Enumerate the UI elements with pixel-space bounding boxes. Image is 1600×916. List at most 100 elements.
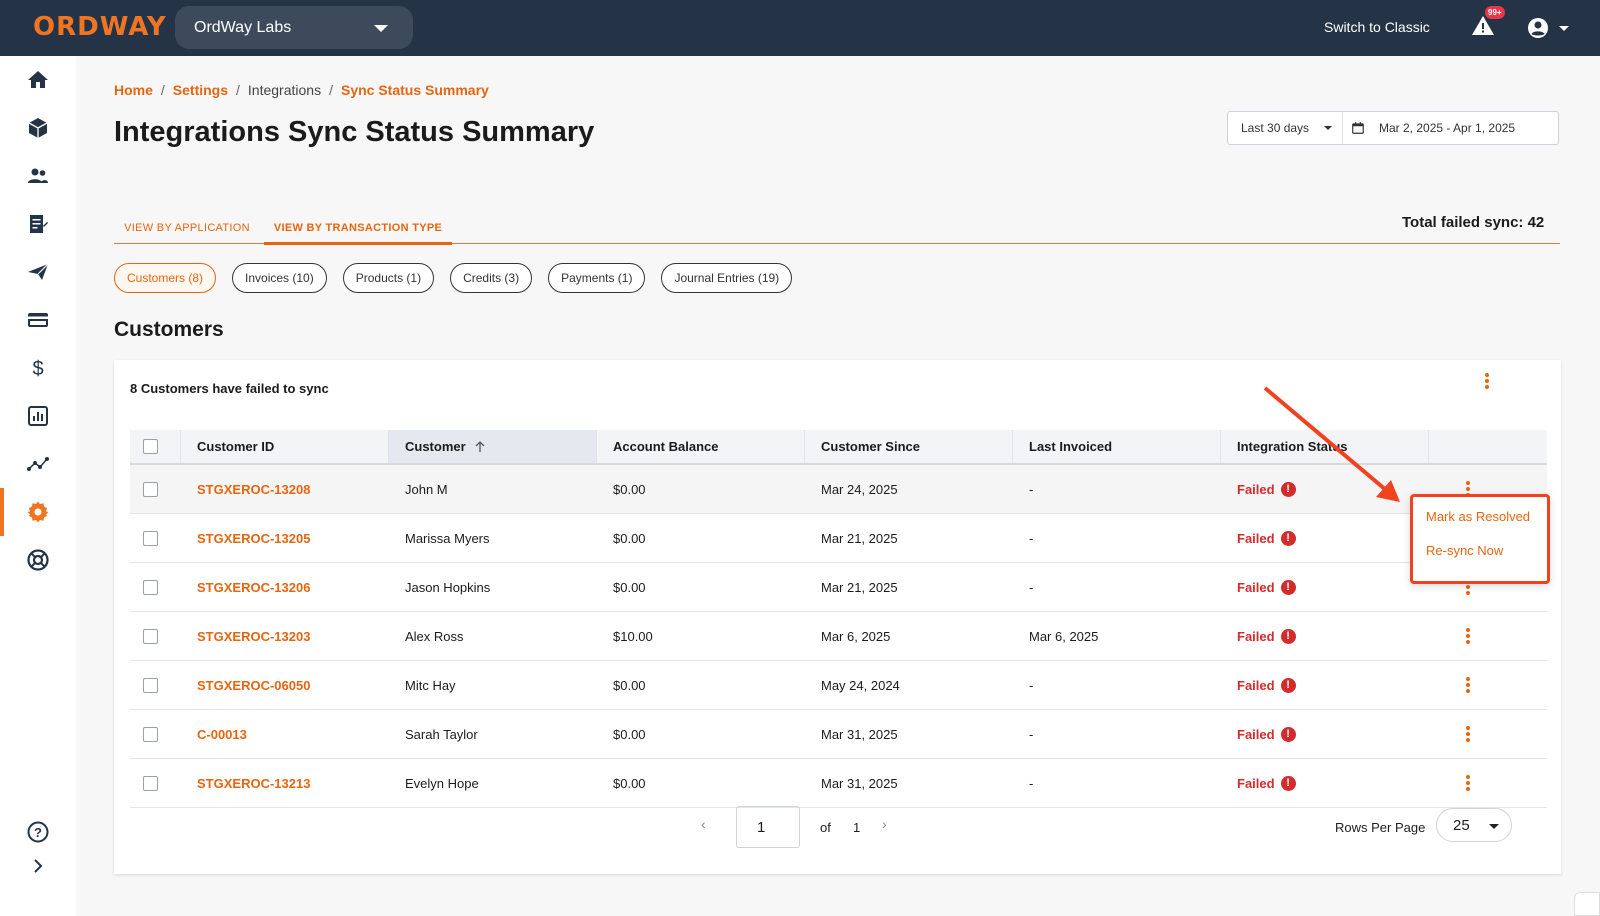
customer-id-link[interactable]: STGXEROC-13203: [197, 612, 310, 660]
menu-item-resync-now[interactable]: Re-sync Now: [1426, 543, 1503, 558]
date-preset-select[interactable]: Last 30 days: [1228, 112, 1343, 144]
sidebar-item-billing[interactable]: $: [0, 344, 76, 392]
column-header-customer-since[interactable]: Customer Since: [805, 430, 1013, 463]
sidebar: $ ?: [0, 56, 76, 916]
integration-status: Failed!: [1237, 465, 1296, 513]
customer-id-link[interactable]: C-00013: [197, 710, 247, 758]
chip-invoices[interactable]: Invoices (10): [232, 263, 327, 293]
row-checkbox[interactable]: [143, 775, 158, 791]
corner-widget[interactable]: [1574, 892, 1600, 916]
account-balance: $0.00: [613, 530, 646, 546]
customer-since: Mar 31, 2025: [821, 775, 898, 791]
help-icon: ?: [27, 821, 49, 843]
switch-to-classic-link[interactable]: Switch to Classic: [1324, 19, 1430, 35]
sidebar-item-customers[interactable]: [0, 152, 76, 200]
sidebar-item-send[interactable]: [0, 248, 76, 296]
sidebar-item-analytics[interactable]: [0, 440, 76, 488]
breadcrumb-home[interactable]: Home: [114, 82, 153, 98]
sidebar-expand-button[interactable]: [0, 842, 76, 890]
row-checkbox[interactable]: [143, 726, 158, 742]
row-checkbox[interactable]: [143, 530, 158, 546]
table-row: STGXEROC-13203 Alex Ross $10.00 Mar 6, 2…: [130, 612, 1547, 661]
row-actions-menu: Mark as Resolved Re-sync Now: [1410, 494, 1550, 584]
error-icon: !: [1280, 677, 1296, 693]
ordway-logo[interactable]: ORDWAY: [33, 12, 167, 42]
sidebar-item-payments[interactable]: [0, 296, 76, 344]
chevron-down-icon: [1324, 126, 1332, 130]
row-actions-cell: [1456, 759, 1480, 807]
column-header-customer[interactable]: Customer: [389, 430, 597, 463]
org-selector[interactable]: OrdWay Labs: [175, 6, 413, 49]
tab-view-by-application[interactable]: VIEW BY APPLICATION: [114, 212, 260, 243]
status-label: Failed: [1237, 628, 1275, 644]
customer-name: Evelyn Hope: [405, 775, 479, 791]
rows-per-page-label: Rows Per Page: [1335, 820, 1426, 835]
customer-id-link[interactable]: STGXEROC-13208: [197, 465, 310, 513]
date-preset-value: Last 30 days: [1241, 121, 1310, 135]
error-icon: !: [1280, 530, 1296, 546]
column-header-last-invoiced[interactable]: Last Invoiced: [1013, 430, 1221, 463]
customer-id-link[interactable]: STGXEROC-13205: [197, 514, 310, 562]
sidebar-item-home[interactable]: [0, 56, 76, 104]
row-select-cell: [143, 661, 158, 709]
row-select-cell: [143, 759, 158, 807]
svg-text:?: ?: [34, 825, 42, 840]
top-bar: ORDWAY OrdWay Labs Switch to Classic 99+: [0, 0, 1600, 56]
sidebar-item-contracts[interactable]: [0, 200, 76, 248]
row-more-button[interactable]: [1456, 771, 1480, 795]
dollar-icon: $: [32, 358, 43, 380]
chip-journal-entries[interactable]: Journal Entries (19): [661, 263, 793, 293]
sidebar-item-settings[interactable]: [0, 488, 76, 536]
column-header-customer-id[interactable]: Customer ID: [181, 430, 389, 463]
status-label: Failed: [1237, 775, 1275, 791]
breadcrumb-current: Sync Status Summary: [340, 82, 489, 98]
column-header-integration-status[interactable]: Integration Status: [1221, 430, 1429, 463]
chip-products[interactable]: Products (1): [342, 263, 435, 293]
table-row: STGXEROC-06050 Mitc Hay $0.00 May 24, 20…: [130, 661, 1547, 710]
tab-view-by-transaction-type[interactable]: VIEW BY TRANSACTION TYPE: [264, 212, 452, 245]
row-more-button[interactable]: [1456, 673, 1480, 697]
customer-name: Alex Ross: [405, 628, 464, 644]
chip-customers[interactable]: Customers (8): [114, 263, 217, 293]
rows-per-page-select[interactable]: 25: [1436, 808, 1512, 842]
breadcrumb-settings[interactable]: Settings: [173, 82, 228, 98]
sidebar-item-support[interactable]: [0, 536, 76, 584]
breadcrumb-separator: /: [160, 82, 165, 98]
customer-id-link[interactable]: STGXEROC-06050: [197, 661, 310, 709]
column-header-label: Customer: [405, 439, 466, 454]
date-range-field[interactable]: Mar 2, 2025 - Apr 1, 2025: [1343, 112, 1558, 144]
select-all-checkbox[interactable]: [143, 439, 158, 454]
date-range-picker: Last 30 days Mar 2, 2025 - Apr 1, 2025: [1227, 111, 1559, 145]
sidebar-item-reports[interactable]: [0, 392, 76, 440]
account-balance: $0.00: [613, 677, 646, 693]
send-icon: [28, 263, 49, 280]
chip-credits[interactable]: Credits (3): [450, 263, 533, 293]
card-icon: [28, 313, 48, 327]
row-checkbox[interactable]: [143, 677, 158, 693]
more-vertical-icon: [1485, 373, 1489, 389]
chip-payments[interactable]: Payments (1): [548, 263, 646, 293]
last-invoiced: -: [1029, 726, 1034, 742]
status-label: Failed: [1237, 677, 1275, 693]
user-menu-button[interactable]: [1526, 16, 1574, 40]
chevron-right-icon[interactable]: ›: [882, 816, 887, 832]
sidebar-item-products[interactable]: [0, 104, 76, 152]
row-more-button[interactable]: [1456, 722, 1480, 746]
status-label: Failed: [1237, 726, 1275, 742]
chevron-left-icon[interactable]: ‹: [701, 816, 706, 832]
customer-since: Mar 21, 2025: [821, 530, 898, 546]
page-number-input[interactable]: 1: [736, 806, 800, 848]
customer-id-link[interactable]: STGXEROC-13213: [197, 759, 310, 807]
row-more-button[interactable]: [1456, 624, 1480, 648]
column-header-account-balance[interactable]: Account Balance: [597, 430, 805, 463]
card-more-button[interactable]: [1474, 368, 1500, 394]
menu-item-mark-as-resolved[interactable]: Mark as Resolved: [1426, 509, 1530, 524]
table-row: STGXEROC-13208 John M $0.00 Mar 24, 2025…: [130, 465, 1547, 514]
row-checkbox[interactable]: [143, 628, 158, 644]
customer-id-link[interactable]: STGXEROC-13206: [197, 563, 310, 611]
settings-icon: [27, 501, 49, 523]
row-checkbox[interactable]: [143, 481, 158, 497]
error-icon: !: [1280, 481, 1296, 497]
integration-status: Failed!: [1237, 661, 1296, 709]
row-checkbox[interactable]: [143, 579, 158, 595]
